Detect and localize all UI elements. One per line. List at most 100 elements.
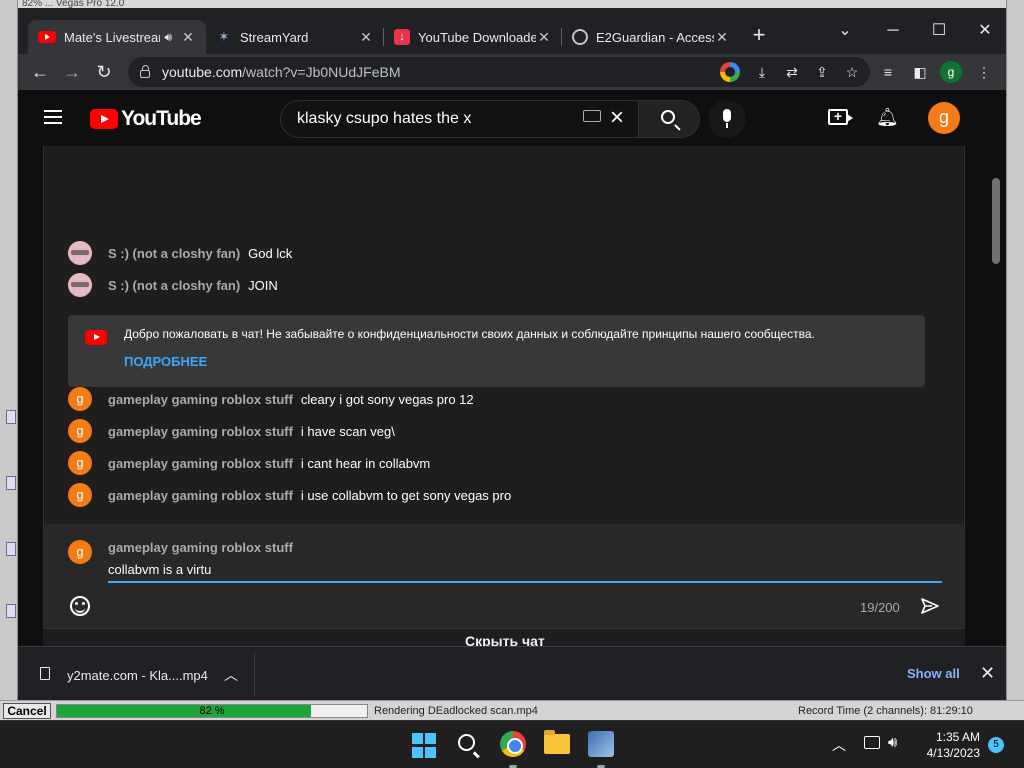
chat-author[interactable]: gameplay gaming roblox stuff [108,392,293,407]
minimize-button[interactable]: ─ [870,18,916,44]
bookmark-star-icon[interactable]: ☆ [842,62,862,82]
chrome-menu-icon[interactable]: ⋮ [974,62,994,82]
chat-avatar[interactable]: g [68,387,92,411]
notification-badge[interactable]: 5 [988,737,1004,753]
tab-search-chevron-icon[interactable]: ⌄ [822,18,868,44]
streamyard-icon: ✶ [218,29,230,44]
youtube-account-avatar[interactable]: g [928,102,960,134]
tab-title: YouTube Downloader [418,29,536,45]
url-text[interactable]: youtube.com/watch?v=Jb0NUdJFeBM [162,64,401,80]
send-icon[interactable] [920,596,940,616]
chat-avatar[interactable]: g [68,419,92,443]
chat-message: g gameplay gaming roblox stuff i cant he… [68,450,430,476]
translate-icon[interactable]: ⇄ [782,62,802,82]
browser-toolbar: ← → ↻ youtube.com/watch?v=Jb0NUdJFeBM ⤓ … [18,54,1006,90]
close-icon[interactable]: ✕ [536,29,552,46]
chat-message: g gameplay gaming roblox stuff cleary i … [68,386,474,412]
speaker-icon[interactable]: 🔊︎ [164,30,172,45]
new-tab-button[interactable]: + [748,22,770,48]
clock-time: 1:35 AM [935,730,980,744]
close-icon[interactable]: ✕ [980,663,995,684]
start-button[interactable] [412,733,438,759]
taskbar-search-icon[interactable] [458,734,475,751]
emoji-icon[interactable] [70,596,90,616]
chat-avatar[interactable] [68,273,92,297]
download-icon: ↓ [394,29,410,45]
vegas-taskbar-icon[interactable] [588,731,614,757]
cancel-render-button[interactable]: Cancel [3,703,51,719]
hide-chat-bar: Скрыть чат [43,628,965,646]
install-app-icon[interactable]: ⤓ [752,62,772,82]
youtube-wordmark: YouTube [121,107,202,130]
globe-icon [572,29,588,45]
chrome-profile-avatar[interactable]: g [940,61,962,83]
tab-title: E2Guardian - Access [596,29,714,45]
chat-author[interactable]: S :) (not a closhy fan) [108,278,240,293]
chat-author[interactable]: gameplay gaming roblox stuff [108,424,293,439]
learn-more-link[interactable]: ПОДРОБНЕЕ [124,354,207,369]
chat-avatar[interactable] [68,241,92,265]
close-icon[interactable]: ✕ [358,29,374,46]
volume-icon[interactable]: 🔊︎ [888,734,897,751]
download-separator [254,653,255,695]
render-progress-bar: 82 % [56,704,368,718]
share-icon[interactable]: ⇪ [812,62,832,82]
tab-youtube-downloader[interactable]: ↓ YouTube Downloader ✕ [384,20,562,54]
download-item[interactable]: y2mate.com - Kla....mp4 [67,668,208,683]
youtube-play-icon [90,109,118,129]
google-lens-icon[interactable] [720,62,740,82]
chat-message: g gameplay gaming roblox stuff i have sc… [68,418,395,444]
chat-avatar[interactable]: g [68,451,92,475]
youtube-header: YouTube klasky csupo hates the x × + 🔔︎ … [18,90,1006,146]
close-icon[interactable]: ✕ [180,29,196,46]
media-control-icon[interactable]: ≡ [878,62,898,82]
voice-search-button[interactable] [708,100,746,138]
vegas-track-icon [6,604,16,618]
close-window-button[interactable]: ✕ [962,18,1008,44]
hamburger-menu-icon[interactable] [44,110,62,124]
back-button[interactable]: ← [26,58,54,86]
chat-scrollbar[interactable] [992,178,1000,264]
forward-button[interactable]: → [58,58,86,86]
chat-message-input[interactable]: collabvm is a virtu [108,562,211,577]
side-panel-icon[interactable]: ◧ [910,62,930,82]
chat-message: S :) (not a closhy fan) God lck [68,240,292,266]
vegas-title-strip: 82% ... Vegas Pro 12.0 [0,0,1024,8]
reload-button[interactable]: ↻ [90,58,118,86]
close-icon[interactable]: ✕ [714,29,730,46]
create-video-icon[interactable]: + [828,109,853,125]
chevron-up-icon[interactable]: ︿ [224,665,238,685]
chat-text: i use collabvm to get sony vegas pro [300,487,512,503]
chat-author[interactable]: gameplay gaming roblox stuff [108,456,293,471]
show-all-button[interactable]: Show all [907,666,960,681]
maximize-button[interactable]: ☐ [916,18,962,44]
network-icon[interactable] [864,736,880,749]
chat-avatar[interactable]: g [68,483,92,507]
render-status-text: Rendering DEadlocked scan.mp4 [374,705,538,717]
file-explorer-icon[interactable] [544,730,570,754]
youtube-icon [38,31,56,43]
chat-author[interactable]: S :) (not a closhy fan) [108,246,240,261]
search-button[interactable] [638,100,700,138]
hide-chat-button[interactable]: Скрыть чат [465,633,545,646]
tab-mates-livestream[interactable]: Mate's Livestream 🔊︎ ✕ [28,20,206,54]
chat-author[interactable]: gameplay gaming roblox stuff [108,488,293,503]
chat-text: cleary i got sony vegas pro 12 [300,391,474,407]
file-icon [40,667,50,680]
live-chat-panel: S :) (not a closhy fan) God lck S :) (no… [43,146,965,646]
clear-search-icon[interactable]: × [610,104,624,132]
tab-streamyard[interactable]: ✶ StreamYard ✕ [206,20,384,54]
notifications-bell-icon[interactable]: 🔔︎ [876,106,899,128]
address-bar[interactable]: youtube.com/watch?v=Jb0NUdJFeBM ⤓ ⇄ ⇪ ☆ [128,57,870,87]
youtube-logo[interactable]: YouTube [90,107,202,131]
vegas-left-panel [0,0,18,700]
system-clock[interactable]: 1:35 AM 4/13/2023 [920,729,980,761]
lock-icon[interactable] [140,65,150,78]
tab-e2guardian[interactable]: E2Guardian - Access ✕ [562,20,740,54]
windows-taskbar: ︿ 🔊︎ 1:35 AM 4/13/2023 5 [0,720,1024,768]
tray-overflow-chevron-icon[interactable]: ︿ [832,735,846,755]
character-counter: 19/200 [860,600,900,615]
chrome-taskbar-icon[interactable] [500,731,526,757]
keyboard-icon[interactable] [583,110,601,122]
chat-input-author: gameplay gaming roblox stuff [108,540,293,555]
